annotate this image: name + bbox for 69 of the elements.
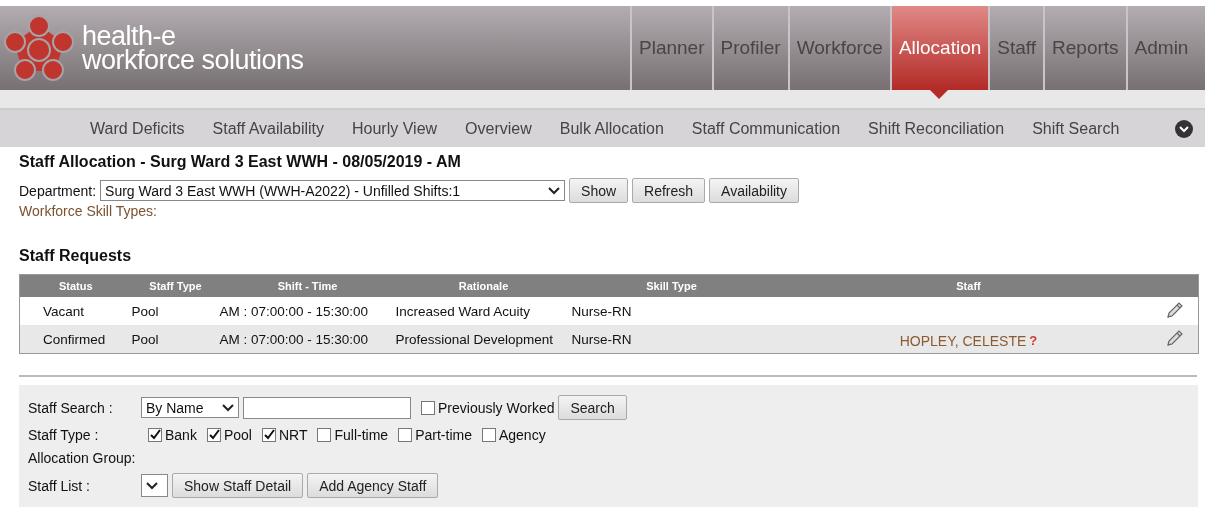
action-button[interactable]: Availability xyxy=(709,178,799,203)
subnav-link[interactable]: Shift Search xyxy=(1018,119,1134,138)
column-header: Staff Type xyxy=(149,280,202,292)
subnav-link[interactable]: Bulk Allocation xyxy=(545,119,678,138)
checkbox-label: Full-time xyxy=(334,427,389,443)
column-header: Status xyxy=(58,280,93,292)
checkbox-label: Pool xyxy=(223,427,252,443)
action-button[interactable]: Show xyxy=(569,178,629,203)
tab-pointer xyxy=(930,90,948,99)
field-label: Staff Search : xyxy=(28,399,114,416)
subnav-link[interactable]: Staff Communication xyxy=(677,119,855,138)
action-button[interactable]: Show Staff Detail xyxy=(172,473,304,498)
checkbox[interactable] xyxy=(148,428,162,442)
chevron-down-icon xyxy=(146,481,158,490)
subnav-link[interactable]: Hourly View xyxy=(338,119,452,138)
column-header: Skill Type xyxy=(646,280,697,292)
action-button[interactable]: Add Agency Staff xyxy=(307,473,439,498)
subnav-link[interactable]: Shift Reconciliation xyxy=(854,119,1019,138)
subnav-link[interactable]: Overview xyxy=(451,119,546,138)
search-button[interactable]: Search xyxy=(558,395,627,420)
checkbox[interactable] xyxy=(317,428,332,442)
table-cell: AM : 07:00:00 - 15:30:00 xyxy=(219,303,369,319)
checkbox-label: Agency xyxy=(498,427,546,443)
field-label: Staff List : xyxy=(28,477,91,494)
staff-list-select[interactable] xyxy=(141,474,168,497)
nav-tab[interactable]: Allocation xyxy=(889,6,989,90)
search-by-select[interactable]: By Name xyxy=(141,397,239,418)
column-header: Shift - Time xyxy=(277,280,338,292)
logo-text: health-e xyxy=(82,24,176,48)
column-header: Rationale xyxy=(458,280,509,292)
field-label: Staff Type : xyxy=(28,427,100,443)
table-cell: Vacant xyxy=(43,303,85,319)
table-cell: Increased Ward Acuity xyxy=(395,303,531,319)
checkbox-label: Bank xyxy=(165,427,197,443)
checkbox-label: NRT xyxy=(278,427,308,443)
table-cell: Pool xyxy=(131,331,159,347)
checkbox[interactable] xyxy=(206,428,221,442)
chevron-down-icon[interactable] xyxy=(1175,119,1193,138)
chevron-down-icon xyxy=(222,403,234,412)
table-cell: Nurse-RN xyxy=(571,331,632,347)
table-cell: Pool xyxy=(131,303,159,319)
department-select[interactable]: Surg Ward 3 East WWH (WWH-A2022) - Unfilled Shifts:1 xyxy=(100,180,566,201)
checkbox[interactable] xyxy=(481,428,496,442)
logo-icon xyxy=(4,15,74,81)
search-field[interactable] xyxy=(243,396,411,419)
table-cell: Nurse-RN xyxy=(571,303,632,319)
staff-name[interactable]: HOPLEY, CELESTE xyxy=(899,333,1027,349)
checkbox[interactable] xyxy=(261,428,276,442)
checkbox[interactable] xyxy=(421,400,435,415)
table-cell: Professional Development xyxy=(395,331,554,347)
field-label: Allocation Group: xyxy=(28,450,137,466)
checkbox[interactable] xyxy=(398,428,413,442)
page-title: Staff Allocation - Surg Ward 3 East WWH - 08/05/2019 - AM xyxy=(19,153,461,171)
section-title: Staff Requests xyxy=(19,247,132,265)
checkbox-label: Part-time xyxy=(415,427,472,443)
pencil-icon[interactable] xyxy=(1165,300,1184,319)
chevron-down-icon xyxy=(548,186,561,195)
subnav-link[interactable]: Staff Availability xyxy=(198,119,338,138)
column-header: Staff xyxy=(956,280,981,292)
skill-types-label: Workforce Skill Types: xyxy=(19,203,157,219)
logo-text: workforce solutions xyxy=(82,48,304,72)
unconfirmed-mark: ? xyxy=(1029,333,1038,348)
department-label: Department: xyxy=(19,182,97,199)
subnav-link[interactable]: Ward Deficits xyxy=(76,119,199,138)
table-cell: AM : 07:00:00 - 15:30:00 xyxy=(219,331,369,347)
table-cell: Confirmed xyxy=(43,331,106,347)
action-button[interactable]: Refresh xyxy=(632,178,706,203)
checkbox-label: Previously Worked xyxy=(438,399,555,416)
pencil-icon[interactable] xyxy=(1165,328,1184,347)
